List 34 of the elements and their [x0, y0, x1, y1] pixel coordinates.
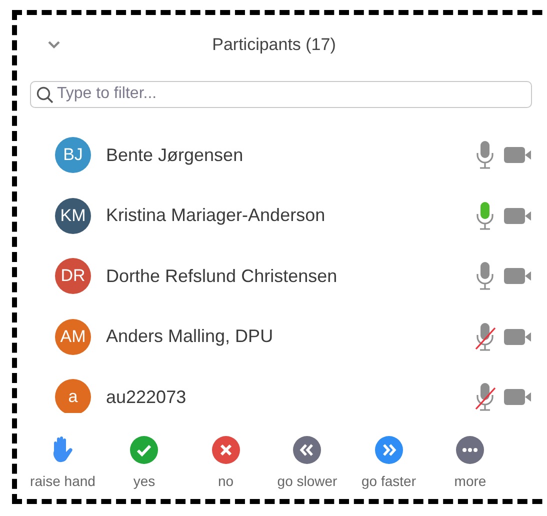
participant-name: au222073 [106, 386, 188, 408]
avatar: DR [55, 258, 91, 294]
microphone-icon[interactable] [474, 200, 496, 231]
muted-microphone-icon[interactable] [474, 322, 496, 352]
muted-microphone-icon[interactable] [474, 382, 496, 412]
participant-name: Kristina Mariager-Anderson [106, 205, 326, 226]
video-camera-icon[interactable] [504, 266, 531, 286]
reaction-button[interactable]: go faster [348, 435, 430, 489]
reaction-button[interactable]: yes [104, 435, 185, 489]
avatar: a [55, 379, 91, 413]
participant-name: Dorthe Refslund Christensen [106, 266, 338, 287]
cross-icon [210, 435, 241, 465]
reaction-button[interactable]: no [185, 435, 266, 489]
microphone-icon[interactable] [474, 140, 496, 170]
reaction-button[interactable]: go slower [266, 435, 348, 489]
video-camera-icon[interactable] [504, 326, 531, 347]
avatar: KM [55, 198, 91, 234]
participant-name: Bente Jørgensen [106, 144, 244, 166]
double-left-chevron-icon [292, 435, 322, 465]
video-camera-icon[interactable] [504, 387, 531, 408]
avatar: AM [55, 318, 91, 355]
video-camera-icon[interactable] [504, 145, 531, 166]
reaction-button[interactable]: raise hand [22, 435, 104, 489]
video-camera-icon[interactable] [504, 206, 531, 226]
more-icon [455, 435, 486, 465]
reaction-button[interactable]: more [430, 435, 511, 489]
avatar: BJ [55, 137, 91, 174]
search-field[interactable]: Type to filter... [30, 80, 532, 108]
microphone-icon[interactable] [474, 261, 496, 292]
participant-name: Anders Malling, DPU [106, 326, 274, 348]
panel-title: Participants (17) [212, 34, 336, 54]
chevron-icon[interactable] [47, 40, 61, 50]
checkmark-icon [129, 435, 160, 465]
double-right-chevron-icon [374, 435, 404, 465]
